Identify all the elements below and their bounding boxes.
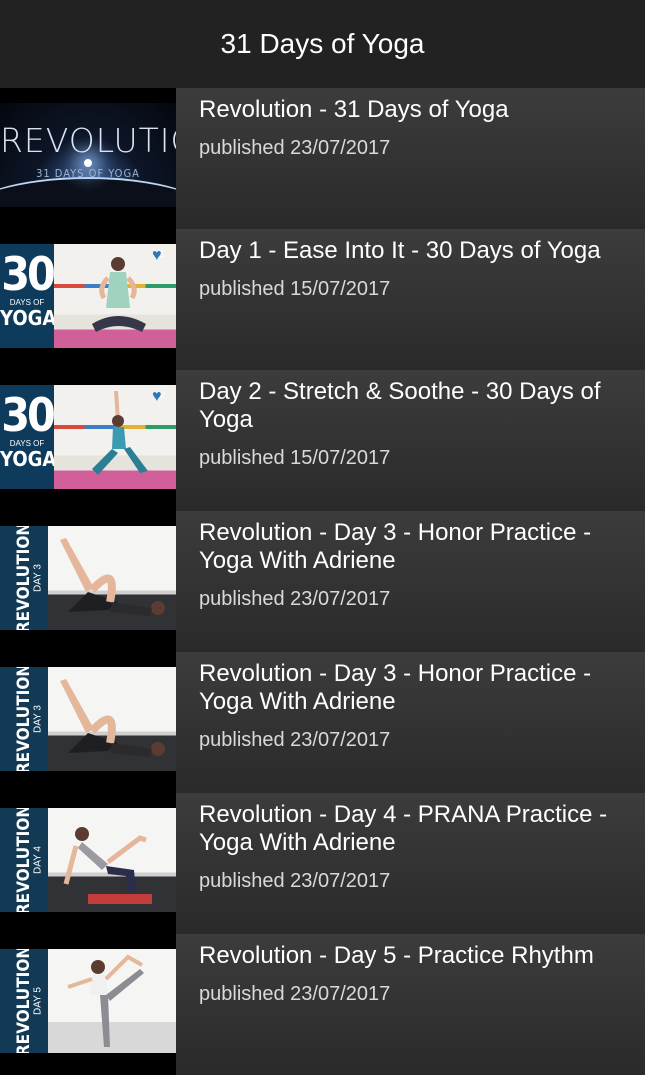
video-title[interactable]: Revolution - Day 4 - PRANA Practice - Yo…: [199, 801, 625, 857]
thirty-days-badge: 30 DAYS OF YOGA: [0, 244, 57, 348]
day-badge-number: 1: [159, 249, 165, 259]
yogi-figure: [67, 954, 144, 1047]
day-badge-number: 2: [159, 390, 165, 400]
thumbnail-image: 30 DAYS OF YOGA ♥ 2: [0, 385, 176, 489]
video-thumbnail[interactable]: REVOLUTION DAY 5: [0, 934, 176, 1075]
publish-date: published 15/07/2017: [199, 278, 391, 300]
video-title[interactable]: Day 1 - Ease Into It - 30 Days of Yoga: [199, 237, 625, 265]
publish-date: published 23/07/2017: [199, 137, 391, 159]
thumbnail-image: REVOLUTION DAY 3: [0, 667, 176, 771]
video-thumbnail[interactable]: 30 DAYS OF YOGA ♥ 1: [0, 229, 176, 370]
page-title: 31 Days of Yoga: [220, 28, 425, 59]
revolution-side-label: REVOLUTION DAY 3: [0, 667, 48, 771]
video-thumbnail[interactable]: REVOLUTION DAY 3: [0, 652, 176, 793]
video-title[interactable]: Day 2 - Stretch & Soothe - 30 Days of Yo…: [199, 378, 625, 434]
thirty-days-badge: 30 DAYS OF YOGA: [0, 385, 57, 489]
publish-date: published 15/07/2017: [199, 447, 391, 469]
yogi-figure: [92, 257, 146, 332]
app-header: 31 Days of Yoga: [0, 0, 645, 88]
publish-date: published 23/07/2017: [199, 588, 391, 610]
thumbnail-image: 30 DAYS OF YOGA ♥ 1: [0, 244, 176, 348]
thumbnail-image: REVOLUTION DAY 3: [0, 526, 176, 630]
list-item[interactable]: REVOLUTION DAY 5 Revolution - Day 5 - Pr: [0, 934, 645, 1075]
badge-yoga-text: YOGA: [0, 447, 57, 471]
revolution-side-label: REVOLUTION DAY 4: [0, 808, 48, 912]
yogi-figure: [92, 391, 148, 475]
thumbnail-image: REVOLUTION DAY 5: [0, 949, 176, 1053]
video-title[interactable]: Revolution - Day 5 - Practice Rhythm: [199, 942, 625, 970]
badge-yoga-text: YOGA: [0, 306, 57, 330]
side-word: REVOLUTION: [14, 949, 34, 1053]
side-day: DAY 3: [32, 564, 44, 592]
revolution-side-label: REVOLUTION DAY 5: [0, 949, 48, 1053]
side-word: REVOLUTION: [14, 808, 34, 912]
video-list: REVOLUTION 31 DAYS OF YOGA Revolution - …: [0, 88, 645, 1075]
badge-number: 30: [1, 388, 56, 442]
thumbnail-image: REVOLUTION DAY 4: [0, 808, 176, 912]
video-title[interactable]: Revolution - 31 Days of Yoga: [199, 96, 625, 124]
thumbnail-image: REVOLUTION 31 DAYS OF YOGA: [0, 103, 176, 207]
list-item[interactable]: REVOLUTION DAY 4 Revolution - Day 4 - PR: [0, 793, 645, 934]
publish-date: published 23/07/2017: [199, 983, 391, 1005]
publish-date: published 23/07/2017: [199, 870, 391, 892]
list-item[interactable]: REVOLUTION DAY 3 Revolution - Day 3 - Ho…: [0, 652, 645, 793]
side-day: DAY 3: [32, 705, 44, 733]
yogi-figure: [60, 679, 165, 757]
side-word: REVOLUTION: [14, 526, 34, 630]
list-item[interactable]: REVOLUTION 31 DAYS OF YOGA Revolution - …: [0, 88, 645, 229]
list-item[interactable]: REVOLUTION DAY 3 Revolution - Day 3 - Ho…: [0, 511, 645, 652]
yogi-figure: [60, 538, 165, 616]
list-item[interactable]: 30 DAYS OF YOGA ♥ 1 Day 1 - Ease Into It…: [0, 229, 645, 370]
video-thumbnail[interactable]: REVOLUTION 31 DAYS OF YOGA: [0, 88, 176, 229]
video-title[interactable]: Revolution - Day 3 - Honor Practice - Yo…: [199, 660, 625, 716]
yogi-figure: [63, 827, 152, 904]
publish-date: published 23/07/2017: [199, 729, 391, 751]
list-item[interactable]: 30 DAYS OF YOGA ♥ 2 Day 2 - Stretch & So…: [0, 370, 645, 511]
video-thumbnail[interactable]: REVOLUTION DAY 3: [0, 511, 176, 652]
video-title[interactable]: Revolution - Day 3 - Honor Practice - Yo…: [199, 519, 625, 575]
thumbnail-subtitle: 31 DAYS OF YOGA: [36, 167, 140, 180]
revolution-side-label: REVOLUTION DAY 3: [0, 526, 48, 630]
side-day: DAY 5: [32, 987, 44, 1015]
side-word: REVOLUTION: [14, 667, 34, 771]
thumbnail-word: REVOLUTION: [0, 121, 176, 160]
badge-number: 30: [1, 247, 56, 301]
side-day: DAY 4: [32, 846, 44, 874]
video-thumbnail[interactable]: REVOLUTION DAY 4: [0, 793, 176, 934]
video-thumbnail[interactable]: 30 DAYS OF YOGA ♥ 2: [0, 370, 176, 511]
